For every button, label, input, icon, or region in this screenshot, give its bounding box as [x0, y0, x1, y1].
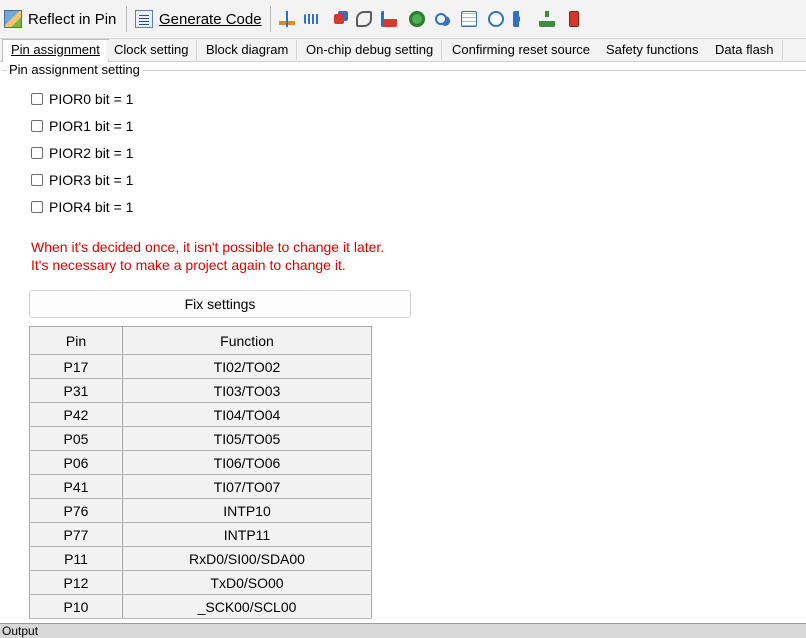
pior3-label: PIOR3 bit = 1: [49, 172, 134, 188]
toolbar: Reflect in Pin Generate Code: [0, 0, 806, 39]
table-row[interactable]: P10 _SCK00/SCL00: [29, 594, 372, 619]
function-cell: TI05/TO05: [122, 426, 372, 451]
table-header-row: Pin Function: [29, 326, 372, 355]
warning-line-1: When it's decided once, it isn't possibl…: [31, 239, 385, 255]
function-cell: TI04/TO04: [122, 402, 372, 427]
function-cell: TI03/TO03: [122, 378, 372, 403]
pior2-label: PIOR2 bit = 1: [49, 145, 134, 161]
pior2-checkbox-row[interactable]: PIOR2 bit = 1: [31, 144, 133, 162]
signal-icon[interactable]: [381, 11, 397, 27]
reflect-in-pin-button[interactable]: Reflect in Pin: [4, 7, 116, 31]
function-cell: _SCK00/SCL00: [122, 594, 372, 619]
generate-code-icon: [135, 10, 153, 28]
pior4-label: PIOR4 bit = 1: [49, 199, 134, 215]
clock-icon[interactable]: [409, 11, 425, 27]
fix-settings-button[interactable]: Fix settings: [29, 290, 411, 318]
pin-cell: P10: [29, 594, 123, 619]
table-row[interactable]: P05 TI05/TO05: [29, 426, 372, 451]
reflect-in-pin-label: Reflect in Pin: [28, 10, 117, 28]
function-cell: RxD0/SI00/SDA00: [122, 546, 372, 571]
toolbar-separator: [126, 6, 127, 32]
table-row[interactable]: P42 TI04/TO04: [29, 402, 372, 427]
pin-cell: P06: [29, 450, 123, 475]
pin-cell: P42: [29, 402, 123, 427]
chip-icon[interactable]: [334, 14, 344, 24]
function-cell: INTP10: [122, 498, 372, 523]
table-row[interactable]: P17 TI02/TO02: [29, 354, 372, 379]
pior4-checkbox-row[interactable]: PIOR4 bit = 1: [31, 198, 133, 216]
tab-data-flash[interactable]: Data flash: [707, 40, 783, 60]
network-icon[interactable]: [539, 11, 555, 27]
generate-code-label: Generate Code: [159, 10, 262, 28]
function-cell: TI02/TO02: [122, 354, 372, 379]
function-cell: TI06/TO06: [122, 450, 372, 475]
tab-block-diagram[interactable]: Block diagram: [198, 40, 298, 60]
pin-cell: P17: [29, 354, 123, 379]
pior1-checkbox-row[interactable]: PIOR1 bit = 1: [31, 117, 133, 135]
pior0-checkbox[interactable]: [31, 93, 43, 105]
grid-icon[interactable]: [461, 11, 477, 27]
wave-icon[interactable]: [356, 11, 372, 27]
transfer-icon[interactable]: [304, 14, 320, 24]
table-row[interactable]: P76 INTP10: [29, 498, 372, 523]
pin-cell: P76: [29, 498, 123, 523]
pin-cell: P11: [29, 546, 123, 571]
tab-on-chip-debug-setting[interactable]: On-chip debug setting: [298, 40, 443, 60]
pior4-checkbox[interactable]: [31, 201, 43, 213]
group-legend: Pin assignment setting: [7, 62, 142, 77]
pin-function-table: Pin Function P17 TI02/TO02 P31 TI03/TO03 P…: [29, 326, 372, 619]
column-header-function: Function: [122, 326, 372, 355]
timer-icon[interactable]: [488, 11, 504, 27]
pior1-checkbox[interactable]: [31, 120, 43, 132]
table-row[interactable]: P77 INTP11: [29, 522, 372, 547]
pior0-checkbox-row[interactable]: PIOR0 bit = 1: [31, 90, 133, 108]
pin-cell: P12: [29, 570, 123, 595]
pior2-checkbox[interactable]: [31, 147, 43, 159]
tab-confirming-reset-source[interactable]: Confirming reset source: [444, 40, 599, 60]
pior3-checkbox-row[interactable]: PIOR3 bit = 1: [31, 171, 133, 189]
link-icon[interactable]: [435, 13, 447, 25]
output-panel-tab[interactable]: Output: [0, 623, 806, 638]
table-row[interactable]: P06 TI06/TO06: [29, 450, 372, 475]
tab-bar: Pin assignment Clock setting Block diagr…: [0, 39, 806, 62]
table-row[interactable]: P12 TxD0/SO00: [29, 570, 372, 595]
tab-pin-assignment[interactable]: Pin assignment: [2, 39, 109, 62]
table-row[interactable]: P11 RxD0/SI00/SDA00: [29, 546, 372, 571]
tab-clock-setting[interactable]: Clock setting: [106, 40, 198, 60]
function-cell: INTP11: [122, 522, 372, 547]
generate-code-button[interactable]: Generate Code: [135, 7, 262, 31]
pin-cell: P41: [29, 474, 123, 499]
pin-cell: P31: [29, 378, 123, 403]
reflect-pin-icon: [4, 10, 22, 28]
column-header-pin: Pin: [29, 326, 123, 355]
pior3-checkbox[interactable]: [31, 174, 43, 186]
function-cell: TI07/TO07: [122, 474, 372, 499]
tree-icon[interactable]: [279, 11, 295, 27]
function-cell: TxD0/SO00: [122, 570, 372, 595]
sound-icon[interactable]: [513, 11, 529, 27]
warning-line-2: It's necessary to make a project again t…: [31, 257, 346, 273]
tab-safety-functions[interactable]: Safety functions: [598, 40, 708, 60]
pin-cell: P77: [29, 522, 123, 547]
table-row[interactable]: P31 TI03/TO03: [29, 378, 372, 403]
pior0-label: PIOR0 bit = 1: [49, 91, 134, 107]
pior1-label: PIOR1 bit = 1: [49, 118, 134, 134]
battery-icon[interactable]: [569, 11, 579, 27]
table-row[interactable]: P41 TI07/TO07: [29, 474, 372, 499]
pin-cell: P05: [29, 426, 123, 451]
toolbar-separator: [270, 6, 271, 32]
